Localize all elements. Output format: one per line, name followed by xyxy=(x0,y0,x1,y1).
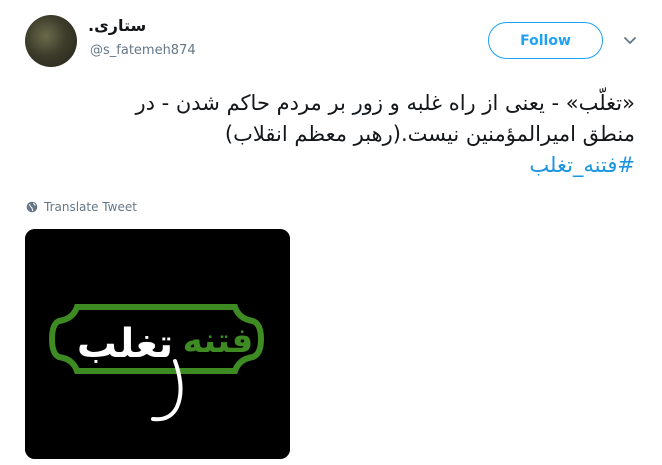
tweet-text: «تغلّب» - یعنی از راه غلبه و زور بر مردم… xyxy=(25,88,635,181)
tweet-text-line: منطق امیرالمؤمنین نیست.(رهبر معظم انقلاب… xyxy=(224,122,635,146)
logo-text-green: فتنه xyxy=(183,321,254,361)
tweet-text-line: «تغلّب» - یعنی از راه غلبه و زور بر مردم… xyxy=(135,91,635,115)
chevron-down-icon[interactable] xyxy=(622,32,638,48)
hashtag-link[interactable]: #فتنه_تغلب xyxy=(25,150,635,181)
tweet-image[interactable]: فتنه تغلب xyxy=(25,229,290,459)
translate-label: Translate Tweet xyxy=(44,200,137,214)
globe-icon xyxy=(26,201,38,213)
display-name[interactable]: ستاری. xyxy=(88,16,146,35)
follow-button[interactable]: Follow xyxy=(488,22,603,59)
logo-text-white: تغلب xyxy=(77,321,173,367)
avatar[interactable] xyxy=(25,15,77,67)
user-handle[interactable]: @s_fatemeh874 xyxy=(90,43,196,58)
fitne-taghallob-logo: فتنه تغلب xyxy=(25,229,290,459)
translate-tweet-link[interactable]: Translate Tweet xyxy=(26,200,137,214)
